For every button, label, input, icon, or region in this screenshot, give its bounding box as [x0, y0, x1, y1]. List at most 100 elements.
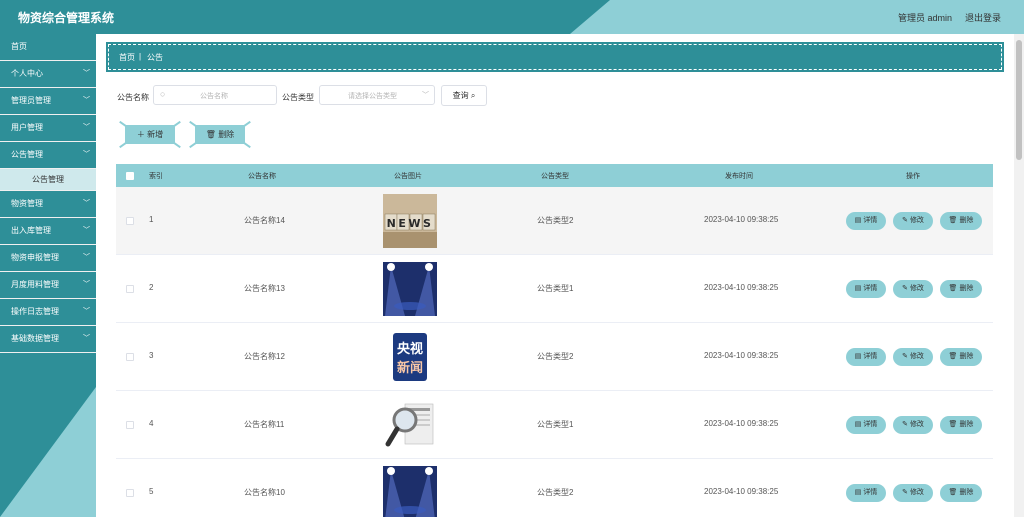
- batch-delete-button[interactable]: 🗑 删除: [189, 120, 251, 149]
- col-ops: 操作: [906, 173, 920, 180]
- document-icon: ▤: [854, 285, 862, 292]
- chevron-down-icon: ﹀: [83, 200, 90, 207]
- edit-button[interactable]: ✎ 修改: [893, 280, 933, 298]
- row-index: 2: [149, 283, 154, 292]
- row-type: 公告类型2: [537, 488, 574, 497]
- row-index: 4: [149, 419, 154, 428]
- row-time: 2023-04-10 09:38:25: [704, 487, 779, 496]
- breadcrumb-home[interactable]: 首页: [119, 52, 135, 63]
- trash-icon: 🗑: [205, 130, 216, 139]
- row-checkbox[interactable]: [126, 285, 134, 293]
- delete-button[interactable]: 🗑 删除: [940, 484, 982, 502]
- row-time: 2023-04-10 09:38:25: [704, 283, 779, 292]
- search-icon: ○: [160, 89, 166, 99]
- edit-icon: ✎: [902, 489, 908, 496]
- sidebar-item-declare[interactable]: 物资申报管理 ﹀: [0, 245, 96, 272]
- col-name: 公告名称: [248, 173, 276, 180]
- row-image[interactable]: [383, 262, 437, 316]
- delete-button[interactable]: 🗑 删除: [940, 348, 982, 366]
- sidebar-subitem-notices[interactable]: 公告管理: [0, 169, 96, 191]
- detail-button[interactable]: ▤ 详情: [846, 416, 886, 434]
- delete-button[interactable]: 🗑 删除: [940, 212, 982, 230]
- notice-type-label: 公告类型: [282, 93, 314, 102]
- row-image[interactable]: [383, 398, 437, 452]
- sidebar-item-users[interactable]: 用户管理 ﹀: [0, 115, 96, 142]
- row-type: 公告类型1: [537, 284, 574, 293]
- chevron-down-icon: ﹀: [83, 335, 90, 342]
- row-time: 2023-04-10 09:38:25: [704, 215, 779, 224]
- table-row: 2 公告名称13 公告类型1 2023-04-10 09:38:25 ▤ 详情 ✎ 修改 🗑 删除: [116, 255, 993, 323]
- sidebar-item-materials[interactable]: 物资管理 ﹀: [0, 191, 96, 218]
- document-icon: ▤: [854, 217, 862, 224]
- table-row: 4 公告名称11 公告类型1 2023-04-10 09:38:25 ▤ 详情 ✎ 修改 🗑 删除: [116, 391, 993, 459]
- sidebar-item-inout[interactable]: 出入库管理 ﹀: [0, 218, 96, 245]
- svg-text:新闻: 新闻: [397, 360, 423, 376]
- edit-button[interactable]: ✎ 修改: [893, 212, 933, 230]
- row-checkbox[interactable]: [126, 353, 134, 361]
- document-icon: ▤: [854, 353, 862, 360]
- breadcrumb-current: 公告: [147, 53, 163, 62]
- app-title: 物资综合管理系统: [18, 11, 115, 25]
- sidebar-item-admins[interactable]: 管理员管理 ﹀: [0, 88, 96, 115]
- sidebar-item-notices[interactable]: 公告管理 ﹀: [0, 142, 96, 169]
- edit-button[interactable]: ✎ 修改: [893, 484, 933, 502]
- sidebar-item-profile[interactable]: 个人中心 ﹀: [0, 61, 96, 88]
- chevron-down-icon: ﹀: [422, 92, 429, 99]
- row-index: 5: [149, 487, 154, 496]
- main-content: 首页 | 公告 公告名称 ○ 公告名称 公告类型 请选择公告类型 ﹀ 查询 ⌕ …: [96, 34, 1014, 517]
- sidebar-item-basedata[interactable]: 基础数据管理 ﹀: [0, 326, 96, 353]
- select-all-checkbox[interactable]: [126, 172, 134, 180]
- sidebar-item-logs[interactable]: 操作日志管理 ﹀: [0, 299, 96, 326]
- table-header: 索引 公告名称 公告图片 公告类型 发布时间 操作: [116, 164, 993, 187]
- edit-icon: ✎: [902, 285, 908, 292]
- chevron-down-icon: ﹀: [83, 151, 90, 158]
- row-name: 公告名称13: [244, 284, 285, 293]
- row-checkbox[interactable]: [126, 489, 134, 497]
- table-row: 3 公告名称12 央视 新闻 公告类型2 2023-04-10 09:38:25 ▤ 详情 ✎ 修…: [116, 323, 993, 391]
- scrollbar-thumb[interactable]: [1016, 40, 1022, 160]
- svg-text:央视: 央视: [397, 341, 423, 357]
- sidebar: 首页 个人中心 ﹀ 管理员管理 ﹀ 用户管理 ﹀ 公告管理 ﹀ 公告管理 物资管理 ﹀ 出…: [0, 34, 96, 517]
- row-checkbox[interactable]: [126, 217, 134, 225]
- add-button[interactable]: ＋ 新增: [119, 120, 181, 149]
- row-checkbox[interactable]: [126, 421, 134, 429]
- scrollbar[interactable]: [1014, 34, 1024, 517]
- notice-type-select[interactable]: 请选择公告类型 ﹀: [319, 85, 435, 105]
- row-time: 2023-04-10 09:38:25: [704, 351, 779, 360]
- document-icon: ▤: [854, 489, 862, 496]
- notice-name-input[interactable]: ○ 公告名称: [153, 85, 277, 105]
- row-image[interactable]: [383, 466, 437, 517]
- row-time: 2023-04-10 09:38:25: [704, 419, 779, 428]
- chevron-down-icon: ﹀: [83, 124, 90, 131]
- col-index: 索引: [149, 173, 163, 180]
- top-header: 物资综合管理系统 管理员 admin 退出登录: [0, 0, 1024, 34]
- sidebar-item-monthly[interactable]: 月度用料管理 ﹀: [0, 272, 96, 299]
- query-button[interactable]: 查询 ⌕: [441, 85, 487, 106]
- row-name: 公告名称12: [244, 352, 285, 361]
- row-image[interactable]: 央视 新闻: [383, 330, 437, 384]
- row-name: 公告名称10: [244, 488, 285, 497]
- notice-name-label: 公告名称: [117, 93, 149, 102]
- row-name: 公告名称11: [244, 420, 285, 429]
- table-row: 5 公告名称10 公告类型2 2023-04-10 09:38:25 ▤ 详情 ✎ 修改 🗑 删除: [116, 459, 993, 517]
- trash-icon: 🗑: [948, 421, 958, 428]
- chevron-down-icon: ﹀: [83, 70, 90, 77]
- chevron-down-icon: ﹀: [83, 254, 90, 261]
- trash-icon: 🗑: [948, 285, 958, 292]
- row-type: 公告类型2: [537, 216, 574, 225]
- logout-link[interactable]: 退出登录: [965, 11, 1001, 24]
- edit-button[interactable]: ✎ 修改: [893, 348, 933, 366]
- row-image[interactable]: NEWS: [383, 194, 437, 248]
- delete-button[interactable]: 🗑 删除: [940, 280, 982, 298]
- detail-button[interactable]: ▤ 详情: [846, 348, 886, 366]
- sidebar-item-home[interactable]: 首页: [0, 34, 96, 61]
- trash-icon: 🗑: [948, 489, 958, 496]
- plus-icon: ＋: [136, 130, 145, 139]
- detail-button[interactable]: ▤ 详情: [846, 212, 886, 230]
- edit-button[interactable]: ✎ 修改: [893, 416, 933, 434]
- row-type: 公告类型1: [537, 420, 574, 429]
- delete-button[interactable]: 🗑 删除: [940, 416, 982, 434]
- detail-button[interactable]: ▤ 详情: [846, 280, 886, 298]
- detail-button[interactable]: ▤ 详情: [846, 484, 886, 502]
- svg-text:NEWS: NEWS: [387, 217, 434, 230]
